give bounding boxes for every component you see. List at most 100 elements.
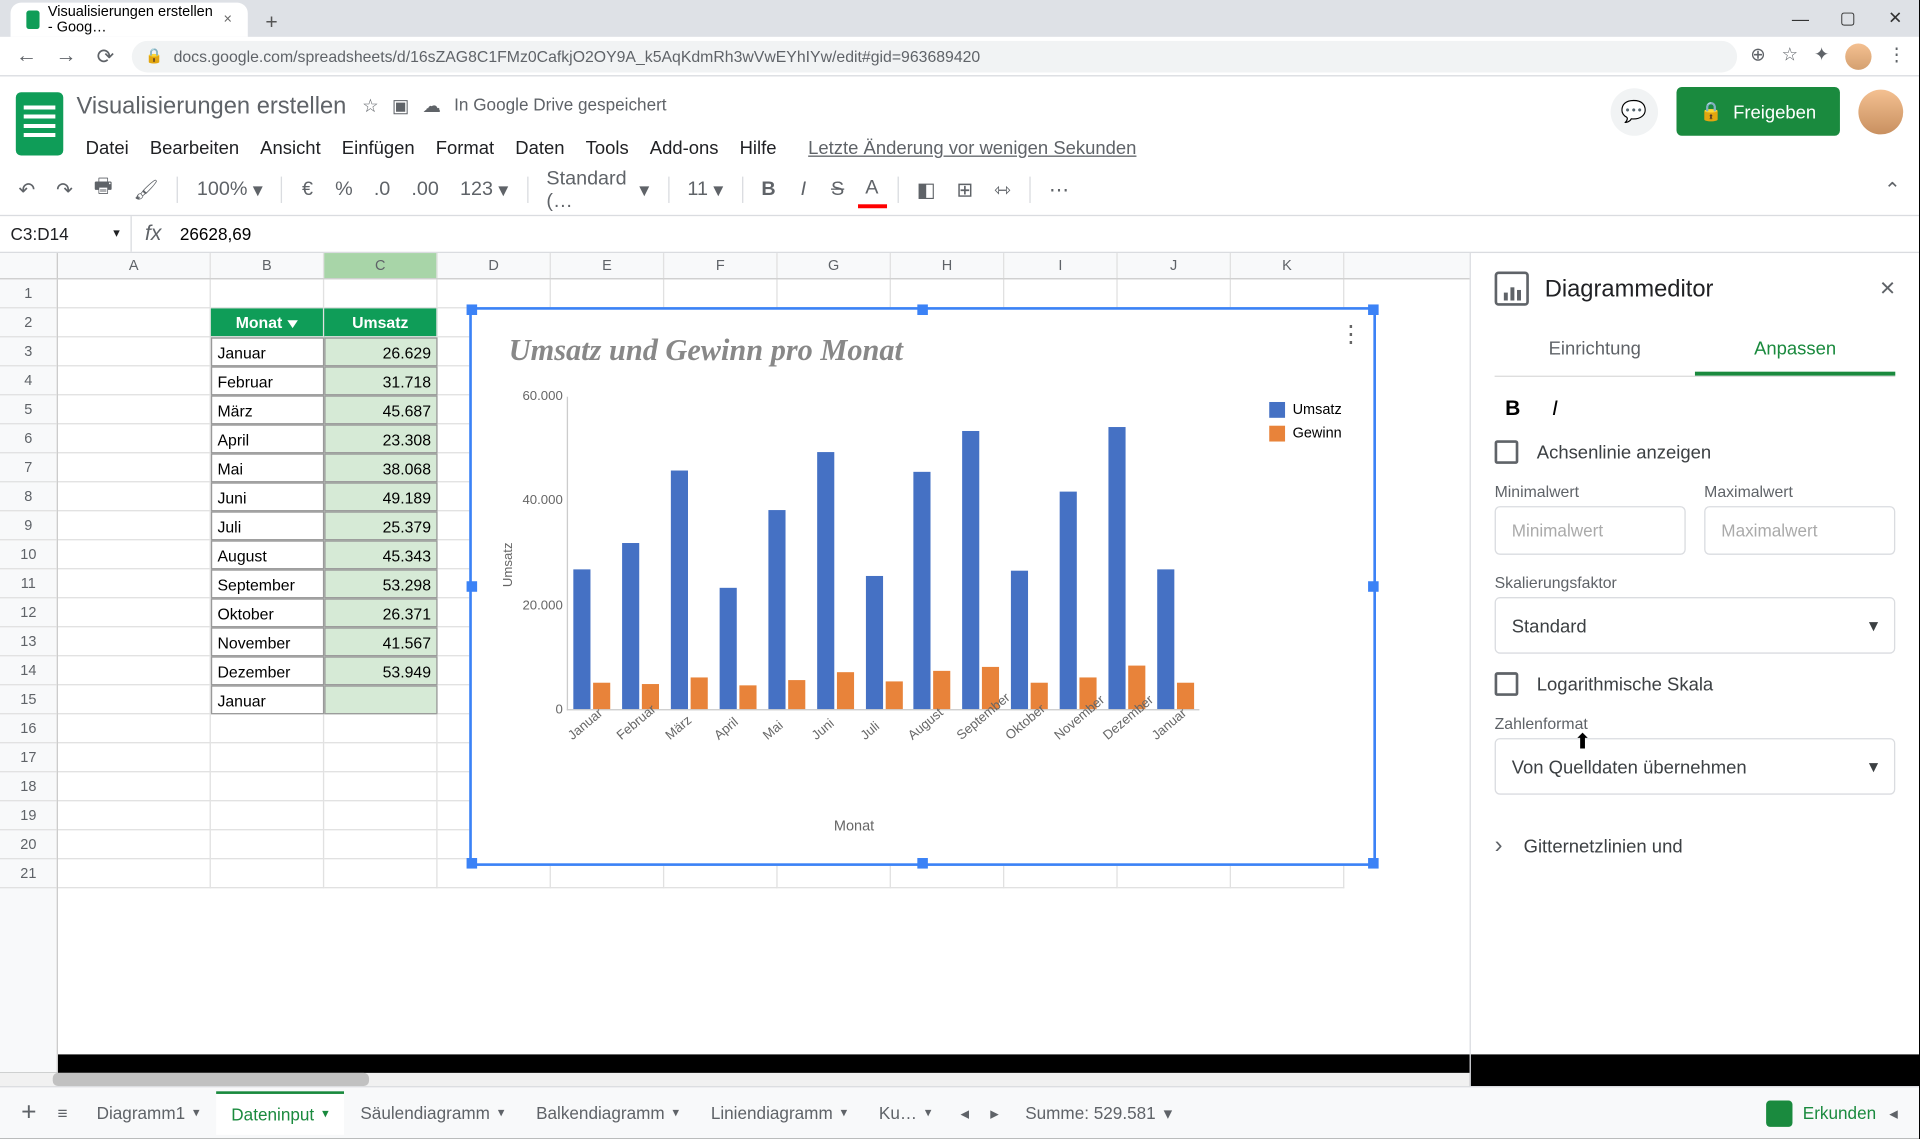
cell[interactable]: September	[211, 569, 324, 598]
print-button[interactable]: 🖶	[86, 167, 120, 210]
cell[interactable]: 23.308	[324, 424, 437, 453]
row-header[interactable]: 1	[0, 279, 57, 308]
cell[interactable]: 26.629	[324, 337, 437, 366]
col-header[interactable]: J	[1118, 253, 1231, 278]
cell[interactable]	[58, 308, 211, 337]
embedded-chart[interactable]: ⋮ Umsatz und Gewinn pro Monat UmsatzGewi…	[469, 307, 1376, 866]
cell[interactable]	[58, 627, 211, 656]
cell[interactable]: 53.949	[324, 656, 437, 685]
menu-item-datei[interactable]: Datei	[76, 132, 138, 164]
row-header[interactable]: 11	[0, 569, 57, 598]
sheet-tab[interactable]: Diagramm1 ▾	[81, 1091, 216, 1134]
cell[interactable]	[1004, 279, 1117, 308]
row-header[interactable]: 12	[0, 598, 57, 627]
cells-area[interactable]: MonatUmsatzJanuar26.629Februar31.718März…	[58, 279, 1470, 1072]
cell[interactable]	[324, 830, 437, 859]
cell[interactable]	[211, 743, 324, 772]
zoom-icon[interactable]: ⊕	[1750, 43, 1765, 69]
share-button[interactable]: 🔒 Freigeben	[1676, 87, 1840, 136]
increase-decimal-button[interactable]: .00	[403, 173, 446, 206]
scale-dropdown[interactable]: Standard▾	[1495, 597, 1896, 654]
percent-button[interactable]: %	[327, 173, 360, 206]
cell[interactable]	[211, 772, 324, 801]
maximize-button[interactable]: ▢	[1824, 0, 1871, 37]
sheet-tab[interactable]: Ku… ▾	[863, 1091, 947, 1134]
cell[interactable]	[58, 366, 211, 395]
scroll-left-button[interactable]: ◂	[953, 1103, 977, 1124]
cell[interactable]	[58, 830, 211, 859]
more-button[interactable]: ⋯	[1041, 172, 1077, 206]
currency-button[interactable]: €	[293, 173, 322, 206]
row-header[interactable]: 19	[0, 801, 57, 830]
move-icon[interactable]: ▣	[392, 94, 409, 116]
decrease-decimal-button[interactable]: .0	[366, 173, 398, 206]
cell[interactable]: November	[211, 627, 324, 656]
reload-button[interactable]: ⟳	[92, 43, 118, 69]
cell[interactable]	[324, 801, 437, 830]
sheet-tab[interactable]: Liniendiagramm ▾	[695, 1091, 863, 1134]
tab-customize[interactable]: Anpassen	[1695, 324, 1895, 375]
profile-avatar-icon[interactable]	[1845, 43, 1871, 69]
col-header[interactable]: K	[1231, 253, 1344, 278]
menu-item-daten[interactable]: Daten	[506, 132, 574, 164]
close-sidebar-button[interactable]: ×	[1880, 273, 1895, 303]
text-color-button[interactable]: A	[857, 171, 886, 208]
cell[interactable]	[58, 424, 211, 453]
cell[interactable]	[58, 569, 211, 598]
cell[interactable]	[58, 685, 211, 714]
row-header[interactable]: 15	[0, 685, 57, 714]
close-tab-icon[interactable]: ×	[223, 12, 231, 28]
cell[interactable]	[211, 859, 324, 888]
cell[interactable]	[58, 540, 211, 569]
cell[interactable]: 38.068	[324, 453, 437, 482]
fill-color-button[interactable]: ◧	[909, 172, 944, 206]
min-input[interactable]: Minimalwert	[1495, 506, 1686, 555]
cell[interactable]: 31.718	[324, 366, 437, 395]
sheets-logo-icon[interactable]	[16, 92, 63, 155]
collapse-toolbar-button[interactable]: ⌃	[1876, 172, 1908, 206]
number-format-dropdown[interactable]: 123 ▾	[452, 172, 516, 206]
browser-menu-icon[interactable]: ⋮	[1887, 43, 1905, 69]
select-all-corner[interactable]	[0, 253, 58, 278]
cell[interactable]	[324, 743, 437, 772]
row-header[interactable]: 18	[0, 772, 57, 801]
cell[interactable]	[664, 279, 777, 308]
log-scale-checkbox[interactable]: Logarithmische Skala	[1495, 672, 1896, 696]
cell[interactable]: August	[211, 540, 324, 569]
scroll-right-button[interactable]: ▸	[982, 1103, 1006, 1124]
doc-title[interactable]: Visualisierungen erstellen	[76, 92, 346, 120]
cell[interactable]: 26.371	[324, 598, 437, 627]
menu-item-einfügen[interactable]: Einfügen	[333, 132, 424, 164]
user-avatar[interactable]	[1858, 89, 1903, 134]
url-bar[interactable]: 🔒 docs.google.com/spreadsheets/d/16sZAG8…	[132, 40, 1737, 72]
forward-button[interactable]: →	[53, 44, 79, 68]
bookmark-icon[interactable]: ☆	[1782, 43, 1799, 69]
italic-toggle[interactable]: I	[1541, 393, 1568, 427]
cell[interactable]	[211, 801, 324, 830]
numformat-dropdown[interactable]: Von Quelldaten übernehmen▾	[1495, 738, 1896, 795]
cell[interactable]: April	[211, 424, 324, 453]
sheet-tab[interactable]: Dateninput ▾	[215, 1091, 344, 1134]
cell[interactable]	[438, 279, 551, 308]
menu-item-add-ons[interactable]: Add-ons	[641, 132, 728, 164]
all-sheets-button[interactable]: ≡	[50, 1103, 76, 1123]
cell[interactable]: Monat	[211, 308, 324, 337]
side-panel-toggle[interactable]: ◂	[1881, 1103, 1905, 1124]
cell[interactable]	[58, 656, 211, 685]
italic-button[interactable]: I	[789, 173, 818, 206]
bold-toggle[interactable]: B	[1495, 393, 1531, 427]
browser-tab[interactable]: Visualisierungen erstellen - Goog… ×	[11, 3, 248, 37]
strike-button[interactable]: S	[823, 173, 852, 206]
cell[interactable]: 25.379	[324, 511, 437, 540]
cell[interactable]	[58, 859, 211, 888]
menu-item-hilfe[interactable]: Hilfe	[730, 132, 785, 164]
redo-button[interactable]: ↷	[48, 172, 80, 206]
fontsize-dropdown[interactable]: 11 ▾	[680, 172, 732, 206]
row-header[interactable]: 3	[0, 337, 57, 366]
cell[interactable]	[211, 279, 324, 308]
row-header[interactable]: 6	[0, 424, 57, 453]
cell[interactable]	[58, 395, 211, 424]
row-header[interactable]: 13	[0, 627, 57, 656]
cell[interactable]	[58, 337, 211, 366]
cell[interactable]	[1231, 279, 1344, 308]
